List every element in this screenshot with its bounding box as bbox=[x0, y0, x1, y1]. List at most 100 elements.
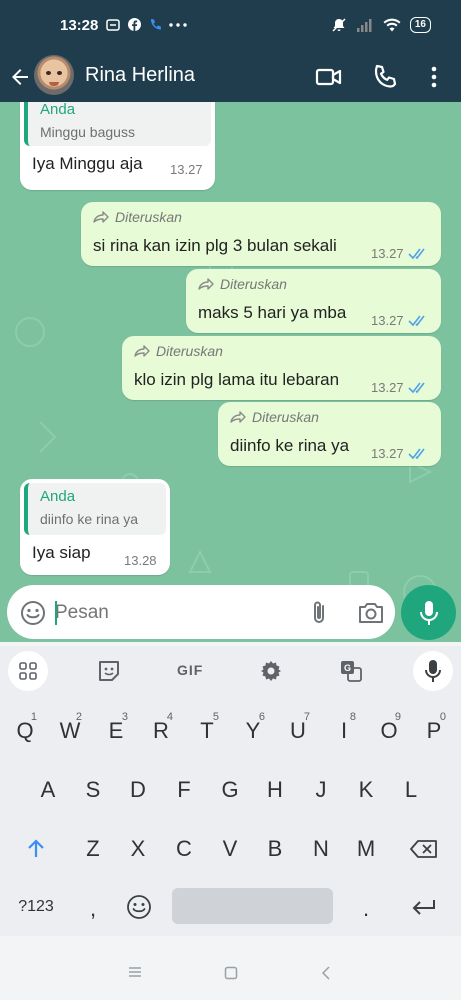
key-o[interactable]: 9O bbox=[369, 706, 409, 756]
message-bubble-outgoing[interactable]: Diteruskan klo izin plg lama itu lebaran… bbox=[122, 336, 441, 400]
forward-icon bbox=[134, 345, 150, 357]
enter-icon bbox=[412, 900, 435, 915]
emoji-key[interactable] bbox=[118, 882, 158, 932]
mute-icon bbox=[332, 18, 346, 32]
quote-text: Minggu baguss bbox=[40, 124, 135, 140]
forwarded-label: Diteruskan bbox=[198, 276, 287, 292]
key-z[interactable]: Z bbox=[73, 824, 113, 874]
apps-grid-icon bbox=[19, 662, 37, 680]
key-b[interactable]: B bbox=[255, 824, 295, 874]
back-nav-icon[interactable] bbox=[320, 966, 332, 980]
translate-icon[interactable]: G bbox=[338, 658, 364, 684]
key-v[interactable]: V bbox=[210, 824, 250, 874]
space-bar[interactable] bbox=[172, 888, 333, 924]
message-composer bbox=[0, 582, 461, 644]
message-bubble-incoming[interactable]: Anda diinfo ke rina ya Iya siap 13.28 bbox=[20, 479, 170, 575]
attach-icon[interactable] bbox=[306, 599, 332, 627]
mic-icon bbox=[420, 601, 438, 625]
key-x[interactable]: X bbox=[118, 824, 158, 874]
message-input-box[interactable] bbox=[7, 585, 395, 639]
forwarded-text: Diteruskan bbox=[252, 409, 319, 425]
key-d[interactable]: D bbox=[118, 765, 158, 815]
signal-icon bbox=[356, 19, 372, 32]
forwarded-text: Diteruskan bbox=[220, 276, 287, 292]
key-g[interactable]: G bbox=[210, 765, 250, 815]
camera-icon[interactable] bbox=[357, 600, 385, 626]
shift-key[interactable] bbox=[16, 824, 56, 874]
sticker-icon[interactable] bbox=[96, 658, 122, 684]
keyboard-toolbar: GIF G bbox=[0, 646, 461, 696]
text-caret bbox=[55, 601, 57, 625]
home-icon[interactable] bbox=[224, 966, 238, 980]
forward-icon bbox=[198, 278, 214, 290]
symbols-key[interactable]: ?123 bbox=[12, 882, 60, 932]
message-time: 13.27 bbox=[371, 380, 404, 395]
message-time: 13.27 bbox=[170, 162, 203, 177]
apps-grid-button[interactable] bbox=[8, 651, 48, 691]
key-n[interactable]: N bbox=[301, 824, 341, 874]
status-time: 13:28 bbox=[60, 17, 99, 34]
key-w[interactable]: 2W bbox=[50, 706, 90, 756]
contact-name[interactable]: Rina Herlina bbox=[85, 64, 195, 87]
contact-avatar[interactable] bbox=[34, 55, 74, 95]
message-time: 13.28 bbox=[124, 553, 157, 568]
message-time: 13.27 bbox=[371, 446, 404, 461]
status-bar: 13:28 16 bbox=[0, 0, 461, 52]
key-u[interactable]: 7U bbox=[278, 706, 318, 756]
message-text: klo izin plg lama itu lebaran bbox=[134, 370, 340, 389]
key-e[interactable]: 3E bbox=[96, 706, 136, 756]
phone-icon[interactable] bbox=[371, 63, 399, 91]
key-s[interactable]: S bbox=[73, 765, 113, 815]
key-k[interactable]: K bbox=[346, 765, 386, 815]
wifi-icon bbox=[383, 18, 401, 32]
message-bubble-incoming[interactable]: Anda Minggu baguss Iya Minggu aja 13.27 bbox=[20, 102, 215, 190]
message-time: 13.27 bbox=[371, 313, 404, 328]
key-j[interactable]: J bbox=[301, 765, 341, 815]
avatar-mouth bbox=[49, 82, 59, 86]
voice-record-button[interactable] bbox=[401, 585, 456, 640]
double-check-icon bbox=[407, 248, 425, 259]
forwarded-text: Diteruskan bbox=[156, 343, 223, 359]
key-r[interactable]: 4R bbox=[141, 706, 181, 756]
message-bubble-outgoing[interactable]: Diteruskan si rina kan izin plg 3 bulan … bbox=[81, 202, 441, 266]
message-text: maks 5 hari ya mba bbox=[198, 303, 347, 322]
key-t[interactable]: 5T bbox=[187, 706, 227, 756]
key-y[interactable]: 6Y bbox=[233, 706, 273, 756]
gif-button[interactable]: GIF bbox=[177, 662, 203, 678]
status-notification-icons bbox=[106, 18, 187, 31]
message-meta: 13.27 bbox=[371, 446, 428, 461]
enter-key[interactable] bbox=[403, 882, 443, 932]
message-meta: 13.27 bbox=[371, 313, 428, 328]
quote-text: diinfo ke rina ya bbox=[40, 511, 139, 527]
video-call-icon[interactable] bbox=[315, 63, 343, 91]
key-h[interactable]: H bbox=[255, 765, 295, 815]
quote-author: Anda bbox=[40, 488, 76, 505]
emoji-icon[interactable] bbox=[20, 600, 46, 626]
key-m[interactable]: M bbox=[346, 824, 386, 874]
key-f[interactable]: F bbox=[164, 765, 204, 815]
settings-icon[interactable] bbox=[258, 658, 284, 684]
recents-menu-icon[interactable] bbox=[128, 966, 142, 978]
message-input[interactable] bbox=[55, 600, 285, 626]
double-check-icon bbox=[407, 448, 425, 459]
period-key[interactable]: . bbox=[346, 884, 386, 934]
key-c[interactable]: C bbox=[164, 824, 204, 874]
avatar-eye-right bbox=[57, 71, 62, 75]
back-arrow-icon[interactable] bbox=[8, 65, 32, 89]
comma-key[interactable]: , bbox=[73, 884, 113, 934]
key-p[interactable]: 0P bbox=[414, 706, 454, 756]
emoji-icon bbox=[127, 895, 151, 919]
backspace-key[interactable] bbox=[403, 824, 443, 874]
key-i[interactable]: 8I bbox=[324, 706, 364, 756]
quoted-message[interactable]: Anda Minggu baguss bbox=[24, 102, 211, 146]
key-q[interactable]: 1Q bbox=[5, 706, 45, 756]
message-bubble-outgoing[interactable]: Diteruskan maks 5 hari ya mba 13.27 bbox=[186, 269, 441, 333]
quoted-message[interactable]: Anda diinfo ke rina ya bbox=[24, 483, 166, 535]
message-bubble-outgoing[interactable]: Diteruskan diinfo ke rina ya 13.27 bbox=[218, 402, 441, 466]
keyboard-voice-button[interactable] bbox=[413, 651, 453, 691]
sim-icon bbox=[106, 18, 120, 31]
key-l[interactable]: L bbox=[391, 765, 431, 815]
chat-area[interactable]: Anda Minggu baguss Iya Minggu aja 13.27 … bbox=[0, 102, 461, 642]
key-a[interactable]: A bbox=[28, 765, 68, 815]
more-vert-icon[interactable] bbox=[420, 63, 448, 91]
